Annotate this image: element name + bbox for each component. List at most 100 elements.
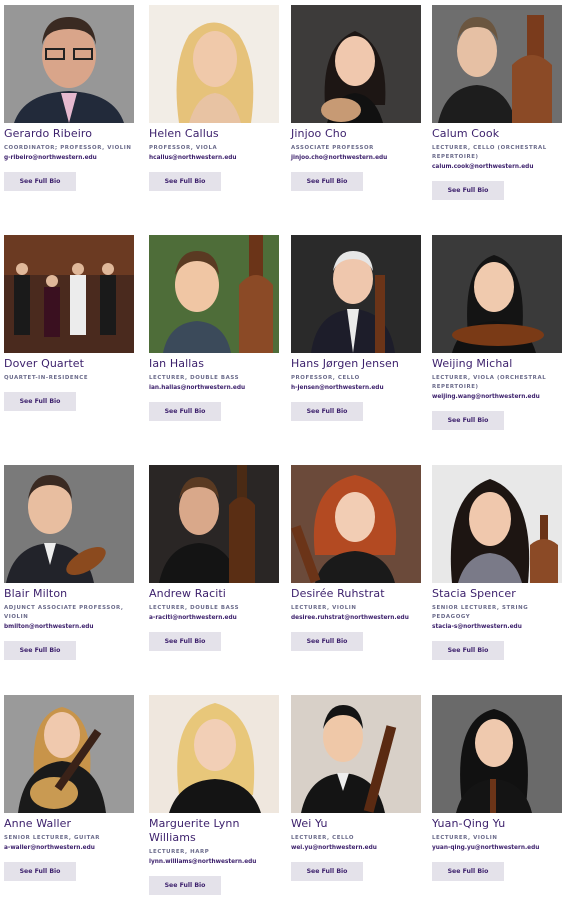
faculty-email[interactable]: weijing.wang@northwestern.edu	[432, 393, 564, 402]
faculty-photo[interactable]	[291, 5, 421, 123]
see-full-bio-button[interactable]: See Full Bio	[149, 876, 221, 895]
see-full-bio-button[interactable]: See Full Bio	[432, 411, 504, 430]
portrait-icon	[4, 5, 134, 123]
see-full-bio-button[interactable]: See Full Bio	[432, 862, 504, 881]
see-full-bio-button[interactable]: See Full Bio	[4, 641, 76, 660]
faculty-photo[interactable]	[432, 695, 562, 813]
faculty-name[interactable]: Calum Cook	[432, 127, 564, 141]
faculty-title: LECTURER, VIOLIN	[291, 605, 357, 611]
faculty-card: Helen Callus PROFESSOR, VIOLA hcallus@no…	[149, 5, 281, 191]
portrait-icon	[432, 695, 562, 813]
faculty-email[interactable]: yuan-qing.yu@northwestern.edu	[432, 844, 564, 853]
faculty-card: Dover Quartet QUARTET-IN-RESIDENCE See F…	[4, 235, 136, 411]
faculty-email[interactable]: desiree.ruhstrat@northwestern.edu	[291, 614, 423, 623]
see-full-bio-button[interactable]: See Full Bio	[149, 172, 221, 191]
faculty-photo[interactable]	[4, 695, 134, 813]
portrait-icon	[432, 5, 562, 123]
see-full-bio-button[interactable]: See Full Bio	[432, 181, 504, 200]
see-full-bio-button[interactable]: See Full Bio	[4, 172, 76, 191]
faculty-photo[interactable]	[4, 465, 134, 583]
faculty-card: Anne Waller SENIOR LECTURER, GUITAR a-wa…	[4, 695, 136, 881]
faculty-email[interactable]: a-raciti@northwestern.edu	[149, 614, 281, 623]
faculty-name[interactable]: Stacia Spencer	[432, 587, 564, 601]
see-full-bio-button[interactable]: See Full Bio	[4, 392, 76, 411]
faculty-title: SENIOR LECTURER, GUITAR	[4, 835, 101, 841]
faculty-card: Desirée Ruhstrat LECTURER, VIOLIN desire…	[291, 465, 423, 651]
portrait-icon	[149, 465, 279, 583]
faculty-name[interactable]: Weijing Michal	[432, 357, 564, 371]
faculty-photo[interactable]	[432, 5, 562, 123]
portrait-icon	[291, 465, 421, 583]
faculty-photo[interactable]	[149, 465, 279, 583]
faculty-name[interactable]: Helen Callus	[149, 127, 281, 141]
faculty-name[interactable]: Ian Hallas	[149, 357, 281, 371]
faculty-name[interactable]: Anne Waller	[4, 817, 136, 831]
faculty-photo[interactable]	[149, 235, 279, 353]
faculty-email[interactable]: calum.cook@northwestern.edu	[432, 163, 564, 172]
see-full-bio-button[interactable]: See Full Bio	[291, 402, 363, 421]
portrait-icon	[4, 465, 134, 583]
see-full-bio-button[interactable]: See Full Bio	[291, 632, 363, 651]
faculty-card: Yuan-Qing Yu LECTURER, VIOLIN yuan-qing.…	[432, 695, 564, 881]
faculty-photo[interactable]	[432, 235, 562, 353]
see-full-bio-button[interactable]: See Full Bio	[4, 862, 76, 881]
faculty-name[interactable]: Yuan-Qing Yu	[432, 817, 564, 831]
faculty-title: PROFESSOR, VIOLA	[149, 145, 218, 151]
faculty-email[interactable]: wei.yu@northwestern.edu	[291, 844, 423, 853]
faculty-email[interactable]: jinjoo.cho@northwestern.edu	[291, 154, 423, 163]
faculty-email[interactable]: h-jensen@northwestern.edu	[291, 384, 423, 393]
faculty-name[interactable]: Dover Quartet	[4, 357, 136, 371]
faculty-card: Jinjoo Cho ASSOCIATE PROFESSOR jinjoo.ch…	[291, 5, 423, 191]
faculty-photo[interactable]	[149, 695, 279, 813]
faculty-photo[interactable]	[291, 465, 421, 583]
faculty-email[interactable]: g-ribeiro@northwestern.edu	[4, 154, 136, 163]
faculty-name[interactable]: Desirée Ruhstrat	[291, 587, 423, 601]
faculty-photo[interactable]	[4, 5, 134, 123]
faculty-name[interactable]: Andrew Raciti	[149, 587, 281, 601]
faculty-photo[interactable]	[291, 235, 421, 353]
faculty-title: LECTURER, DOUBLE BASS	[149, 605, 240, 611]
see-full-bio-button[interactable]: See Full Bio	[291, 862, 363, 881]
faculty-title: ASSOCIATE PROFESSOR	[291, 145, 374, 151]
faculty-email[interactable]: stacia-s@northwestern.edu	[432, 623, 564, 632]
portrait-icon	[432, 465, 562, 583]
faculty-title: LECTURER, VIOLA (ORCHESTRAL REPERTOIRE)	[432, 375, 547, 390]
faculty-card: Calum Cook LECTURER, CELLO (ORCHESTRAL R…	[432, 5, 564, 200]
faculty-title: PROFESSOR, CELLO	[291, 375, 360, 381]
faculty-title: ADJUNCT ASSOCIATE PROFESSOR, VIOLIN	[4, 605, 124, 620]
faculty-card: Stacia Spencer SENIOR LECTURER, STRING P…	[432, 465, 564, 660]
faculty-card: Hans Jørgen Jensen PROFESSOR, CELLO h-je…	[291, 235, 423, 421]
faculty-photo[interactable]	[149, 5, 279, 123]
faculty-email[interactable]: bmilton@northwestern.edu	[4, 623, 136, 632]
faculty-photo[interactable]	[4, 235, 134, 353]
faculty-title: QUARTET-IN-RESIDENCE	[4, 375, 89, 381]
faculty-card: Blair Milton ADJUNCT ASSOCIATE PROFESSOR…	[4, 465, 136, 660]
faculty-email[interactable]: lynn.williams@northwestern.edu	[149, 858, 281, 867]
faculty-photo[interactable]	[291, 695, 421, 813]
faculty-title: LECTURER, HARP	[149, 849, 210, 855]
see-full-bio-button[interactable]: See Full Bio	[149, 402, 221, 421]
faculty-card: Wei Yu LECTURER, CELLO wei.yu@northweste…	[291, 695, 423, 881]
faculty-name[interactable]: Hans Jørgen Jensen	[291, 357, 423, 371]
faculty-email[interactable]: hcallus@northwestern.edu	[149, 154, 281, 163]
faculty-name[interactable]: Gerardo Ribeiro	[4, 127, 136, 141]
portrait-icon	[432, 235, 562, 353]
see-full-bio-button[interactable]: See Full Bio	[432, 641, 504, 660]
see-full-bio-button[interactable]: See Full Bio	[149, 632, 221, 651]
portrait-icon	[149, 695, 279, 813]
faculty-name[interactable]: Blair Milton	[4, 587, 136, 601]
faculty-name[interactable]: Marguerite Lynn Williams	[149, 817, 281, 845]
portrait-icon	[291, 235, 421, 353]
faculty-name[interactable]: Wei Yu	[291, 817, 423, 831]
faculty-card: Weijing Michal LECTURER, VIOLA (ORCHESTR…	[432, 235, 564, 430]
faculty-title: LECTURER, DOUBLE BASS	[149, 375, 240, 381]
faculty-title: COORDINATOR; PROFESSOR, VIOLIN	[4, 145, 132, 151]
see-full-bio-button[interactable]: See Full Bio	[291, 172, 363, 191]
faculty-title: LECTURER, CELLO	[291, 835, 355, 841]
faculty-photo[interactable]	[432, 465, 562, 583]
portrait-icon	[4, 695, 134, 813]
faculty-name[interactable]: Jinjoo Cho	[291, 127, 423, 141]
faculty-email[interactable]: a-waller@northwestern.edu	[4, 844, 136, 853]
faculty-card: Ian Hallas LECTURER, DOUBLE BASS ian.hal…	[149, 235, 281, 421]
faculty-email[interactable]: ian.hallas@northwestern.edu	[149, 384, 281, 393]
